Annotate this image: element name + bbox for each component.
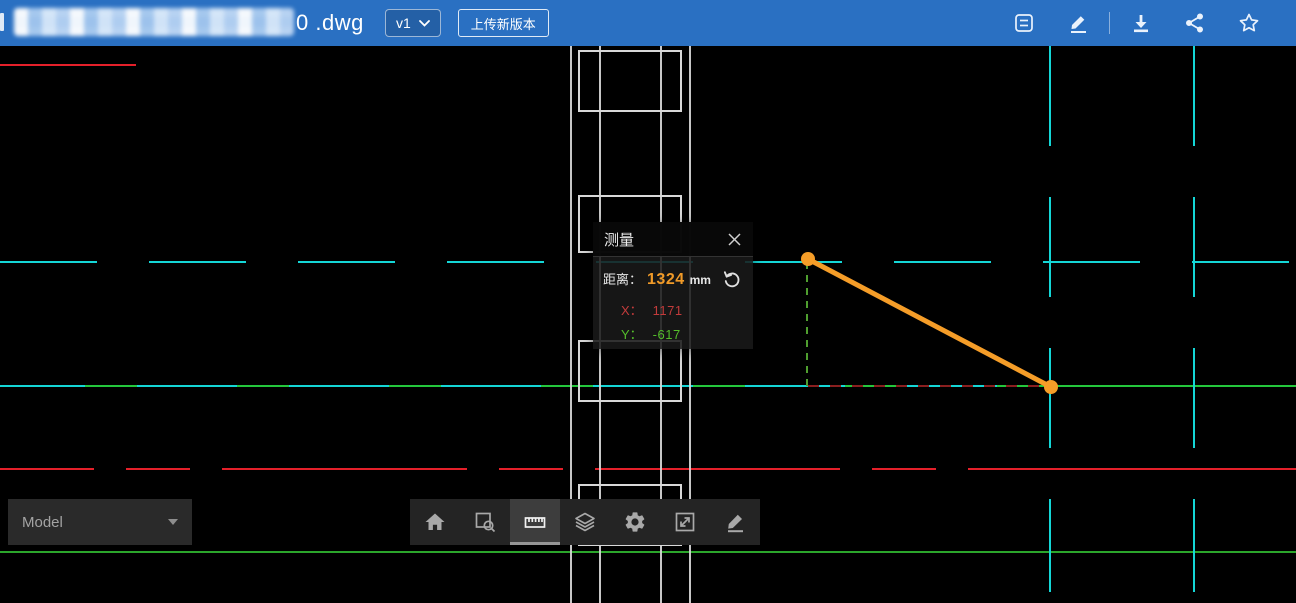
caret-down-icon [168,519,178,525]
distance-value: 1324 [647,271,685,289]
cad-cyan-centerline [1193,46,1195,592]
cad-red-dashed-line [0,468,1296,470]
dwg-viewer-app: 0 .dwg v1 上传新版本 [0,0,1296,603]
x-label: X： [621,303,643,318]
home-button[interactable] [410,499,460,545]
xy-readout: X： 1171 Y： -617 [621,299,753,347]
share-icon[interactable] [1183,11,1207,35]
distance-label: 距离： [603,269,642,288]
layers-button[interactable] [560,499,610,545]
redacted-filename [14,8,294,36]
viewer-toolbar [410,499,760,545]
model-selector-value: Model [22,514,63,531]
layers-icon [573,510,597,534]
distance-unit: mm [690,273,711,287]
cad-column-rect [578,50,682,112]
document-outline-icon[interactable] [1012,11,1036,35]
download-icon[interactable] [1129,11,1153,35]
measure-end-point[interactable] [1044,380,1058,394]
zoom-window-icon [473,510,497,534]
reset-measure-icon[interactable] [721,268,743,290]
markup-pen-icon [723,510,747,534]
y-label: Y： [621,327,643,342]
annotate-pen-icon[interactable] [1066,11,1090,35]
home-icon [423,510,447,534]
file-suffix-text: 0 .dwg [296,0,364,46]
ruler-icon [523,510,547,534]
star-icon[interactable] [1237,11,1261,35]
zoom-window-button[interactable] [460,499,510,545]
cad-red-line-top [0,64,136,66]
close-icon[interactable] [726,231,742,247]
y-row: Y： -617 [621,323,753,347]
model-selector-dropdown[interactable]: Model [8,499,192,545]
header-actions [997,0,1276,46]
settings-button[interactable] [610,499,660,545]
gear-icon [623,510,647,534]
y-value: -617 [653,323,681,347]
redacted-filename-fragment [0,13,4,31]
measure-line [808,259,1051,387]
measure-aux-horizontal-dashed [808,385,1051,387]
fullscreen-icon [673,510,697,534]
measure-start-point[interactable] [801,252,815,266]
measure-popup-title: 测量 [604,229,634,250]
measure-button[interactable] [510,499,560,545]
x-value: 1171 [653,299,683,323]
cad-green-axis-right [1040,385,1296,387]
cad-column-rect [578,340,682,402]
header-bar: 0 .dwg v1 上传新版本 [0,0,1296,46]
cad-green-line-bottom [0,551,1296,553]
header-divider [1109,12,1110,34]
measure-aux-vertical-dashed [806,262,808,386]
file-title-area: 0 .dwg [0,0,545,46]
markup-button[interactable] [710,499,760,545]
fullscreen-button[interactable] [660,499,710,545]
measure-popup: 测量 距离： 1324 mm X： 1171 Y： -617 [593,222,753,349]
measure-popup-titlebar[interactable]: 测量 [593,222,753,257]
cad-cyan-centerline [1049,46,1051,592]
x-row: X： 1171 [621,299,753,323]
